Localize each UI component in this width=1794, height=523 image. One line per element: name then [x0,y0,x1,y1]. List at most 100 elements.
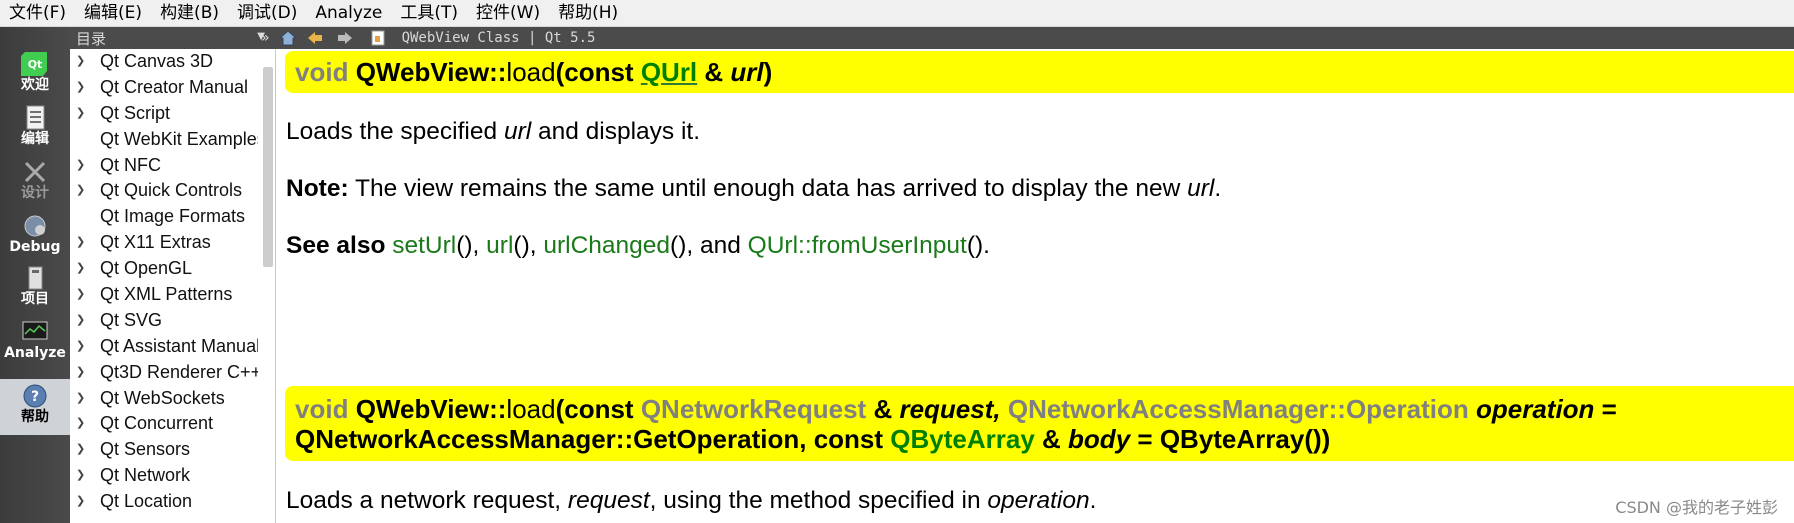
function-signature-load-url: void QWebView::load(const QUrl & url) [285,51,1794,93]
bookmark-page-icon[interactable] [368,30,388,46]
mode-edit[interactable]: 编辑 [0,101,70,155]
chevron-right-icon[interactable]: ❯ [76,334,88,360]
see-also-sep: (). [966,232,990,259]
tree-item-label: Qt X11 Extras [100,232,211,253]
chevron-right-icon[interactable]: ❯ [76,360,88,386]
note-paragraph: Note: The view remains the same until en… [286,175,1221,203]
tree-item[interactable]: ❯ Qt WebSockets [70,386,258,412]
tree-item[interactable]: ❯ Qt Network [70,463,258,489]
tree-item-label: Qt Concurrent [100,413,214,434]
menu-help[interactable]: 帮助(H) [549,0,627,26]
link-urlchanged[interactable]: urlChanged [543,232,670,259]
page-title: QWebView Class | Qt 5.5 [401,30,596,46]
sig2-equals: = [1601,394,1617,424]
menu-edit[interactable]: 编辑(E) [75,0,151,26]
tree-item[interactable]: ❯ Qt X11 Extras [70,230,258,256]
tree-item[interactable]: ❯ Qt Canvas 3D [70,49,258,75]
menu-debug[interactable]: 调试(D) [228,0,306,26]
link-seturl[interactable]: setUrl [392,232,456,259]
chevron-right-icon[interactable]: ❯ [76,386,88,412]
watermark: CSDN @我的老子姓彭 [1615,498,1778,517]
sig2-param-operation: operation [1475,394,1595,424]
sig2-function-name: load [506,394,556,424]
contents-tree: ❯ Qt Canvas 3D ❯ Qt Creator Manual ❯ Qt Scrip… [70,49,258,515]
chevron-right-icon[interactable]: ❯ [76,489,88,515]
tree-item-label: Qt3D Renderer C++ [100,361,258,382]
sig2-type-qbytearray[interactable]: QByteArray [890,424,1035,454]
menu-analyze[interactable]: Analyze [306,0,391,26]
mode-design[interactable]: 设计 [0,155,70,209]
tree-item[interactable]: Qt Image Formats [70,204,258,230]
tree-item-label: Qt NFC [100,154,161,175]
chevron-right-icon[interactable]: ❯ [76,463,88,489]
mode-welcome-label: 欢迎 [21,77,49,93]
link-qurl-fromuserinput[interactable]: QUrl::fromUserInput [748,232,967,259]
sig2-type-operation[interactable]: QNetworkAccessManager::Operation [1008,394,1469,424]
tree-item[interactable]: ❯ Qt Assistant Manual [70,334,258,360]
tree-item[interactable]: ❯ Qt OpenGL [70,256,258,282]
sig-type-link-qurl[interactable]: QUrl [641,57,697,87]
menu-tools[interactable]: 工具(T) [391,0,467,26]
sidebar-scrollbar[interactable] [263,67,273,267]
mode-debug[interactable]: Debug [0,209,70,263]
chevron-right-icon[interactable]: ❯ [76,75,88,101]
tree-item-label: Qt Location [100,491,193,512]
chevron-right-icon[interactable]: ❯ [76,282,88,308]
back-icon[interactable] [306,30,326,46]
chevron-right-icon[interactable]: ❯ [76,437,88,463]
forward-icon[interactable] [334,30,354,46]
tree-item[interactable]: ❯ Qt Script [70,101,258,127]
chevron-right-icon[interactable]: ❯ [76,153,88,179]
chevron-right-icon[interactable]: ❯ [76,411,88,437]
tree-item[interactable]: ❯ Qt Concurrent [70,411,258,437]
tree-item[interactable]: ❯ Qt SVG [70,308,258,334]
tree-item[interactable]: ❯ Qt Quick Controls [70,178,258,204]
tree-item[interactable]: ❯ Qt XML Patterns [70,282,258,308]
menu-bar: 文件(F) 编辑(E) 构建(B) 调试(D) Analyze 工具(T) 控件… [0,0,1794,27]
p1-text-c: and displays it. [531,118,701,145]
svg-text:Qt: Qt [28,58,43,71]
p4-param-request: request [567,487,650,514]
sidebar-header[interactable]: 目录 ▼ [70,27,275,49]
menu-build[interactable]: 构建(B) [151,0,228,26]
sig2-equals-2: = [1137,424,1153,454]
home-icon[interactable] [278,30,298,46]
tree-item[interactable]: Qt WebKit Examples [70,127,258,153]
chevron-right-icon[interactable]: ❯ [76,230,88,256]
svg-text:?: ? [31,389,39,405]
mode-selector: Qt 欢迎 编辑 设计 Debug 项目 Analyze ? 帮助 [0,27,70,523]
tree-item[interactable]: ❯ Qt NFC [70,153,258,179]
tree-item[interactable]: ❯ Qt3D Renderer C++ [70,360,258,386]
note-label: Note: [286,175,349,202]
chevron-right-icon[interactable]: ❯ [76,178,88,204]
sig2-keyword-void: void [295,394,349,424]
chevron-right-icon[interactable]: ❯ [76,308,88,334]
see-also-label: See also [286,232,386,259]
chevron-right-icon[interactable]: ❯ [76,256,88,282]
menu-controls[interactable]: 控件(W) [467,0,549,26]
tree-item[interactable]: ❯ Qt Location [70,489,258,515]
see-also-sep: (), [513,232,544,259]
mode-welcome[interactable]: Qt 欢迎 [0,47,70,101]
sig2-type-qnetworkrequest[interactable]: QNetworkRequest [641,394,866,424]
collapse-sidebar-button[interactable]: » [261,30,270,46]
sig2-default-qbytearray: QByteArray()) [1159,424,1331,454]
tree-item[interactable]: ❯ Qt Sensors [70,437,258,463]
menu-file[interactable]: 文件(F) [0,0,75,26]
mode-analyze[interactable]: Analyze [0,315,70,369]
sig2-ampersand-2: & [1042,424,1061,454]
tree-item[interactable]: ❯ Qt Creator Manual [70,75,258,101]
mode-projects[interactable]: 项目 [0,261,70,315]
tree-item-label: Qt Canvas 3D [100,51,214,71]
link-url[interactable]: url [486,232,513,259]
chevron-right-icon[interactable]: ❯ [76,101,88,127]
chevron-right-icon[interactable]: ❯ [76,49,88,75]
tree-item-label: Qt XML Patterns [100,284,233,305]
p4-param-operation: operation [987,487,1090,514]
tree-item-label: Qt Creator Manual [100,76,249,97]
mode-design-label: 设计 [21,185,49,201]
tree-item-label: Qt SVG [100,309,163,330]
description-paragraph: Loads the specified url and displays it. [286,118,700,146]
mode-help[interactable]: ? 帮助 [0,379,70,435]
note-period: . [1214,175,1222,202]
